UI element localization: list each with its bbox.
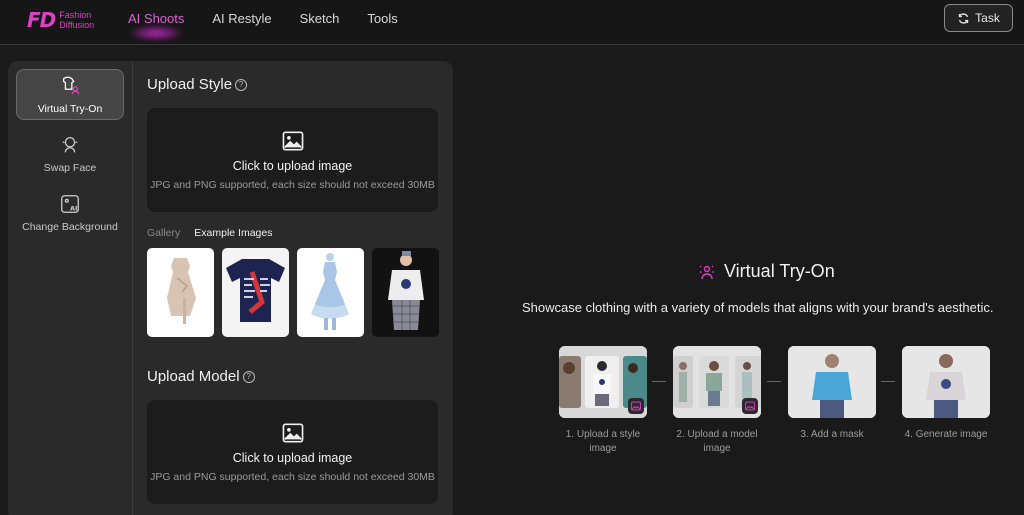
hero-title: Virtual Try-On bbox=[698, 261, 835, 282]
gallery-tabs: Gallery Example Images bbox=[147, 227, 272, 239]
logo-mark: FD bbox=[27, 8, 56, 32]
step-label: 1. Upload a style image bbox=[559, 428, 647, 456]
step-label: 2. Upload a model image bbox=[673, 428, 761, 456]
brand-logo[interactable]: FD Fashion Diffusion bbox=[27, 8, 94, 32]
hero-subtitle: Showcase clothing with a variety of mode… bbox=[522, 300, 994, 315]
logo-text-line2: Diffusion bbox=[59, 20, 95, 30]
tool-label: Change Background bbox=[22, 220, 118, 233]
task-button[interactable]: Task bbox=[944, 4, 1013, 32]
step-upload-style: 1. Upload a style image bbox=[559, 346, 647, 456]
step-connector bbox=[767, 381, 781, 382]
step-label-line1: 4. Generate image bbox=[904, 429, 988, 440]
image-icon bbox=[282, 131, 303, 151]
tool-label: Virtual Try-On bbox=[37, 102, 103, 115]
step-label-line1: 1. Upload a style bbox=[565, 429, 641, 440]
example-images bbox=[147, 248, 439, 337]
nav-sketch[interactable]: Sketch bbox=[300, 11, 340, 36]
example-image-model-white-hoodie[interactable] bbox=[372, 248, 439, 337]
upload-model-label: Click to upload image bbox=[232, 451, 353, 465]
step-image bbox=[559, 346, 647, 418]
tab-example-images[interactable]: Example Images bbox=[194, 227, 272, 239]
upload-model-dropzone[interactable]: Click to upload image JPG and PNG suppor… bbox=[147, 400, 438, 504]
tool-swap-face[interactable]: Swap Face bbox=[16, 128, 124, 179]
step-connector bbox=[652, 381, 666, 382]
sparkle-person-icon bbox=[699, 265, 714, 279]
upload-style-hint: JPG and PNG supported, each size should … bbox=[150, 179, 435, 191]
step-image bbox=[902, 346, 990, 418]
step-upload-model: 2. Upload a model image bbox=[673, 346, 761, 456]
logo-text: Fashion Diffusion bbox=[59, 10, 94, 30]
image-badge-icon bbox=[742, 398, 758, 414]
step-label: 3. Add a mask bbox=[788, 428, 876, 442]
upload-model-title: Upload Model ? bbox=[147, 368, 255, 385]
tool-rail: Virtual Try-On Swap Face AI Change Backg… bbox=[8, 61, 133, 515]
step-label-line1: 2. Upload a model bbox=[676, 429, 758, 440]
example-image-navy-graphic-tee[interactable] bbox=[222, 248, 289, 337]
tool-label: Swap Face bbox=[43, 161, 97, 174]
upload-style-title-text: Upload Style bbox=[147, 76, 233, 93]
top-bar: FD Fashion Diffusion AI Shoots AI Restyl… bbox=[0, 0, 1024, 45]
step-label: 4. Generate image bbox=[902, 428, 990, 442]
face-swap-icon bbox=[62, 136, 78, 152]
upload-style-label: Click to upload image bbox=[232, 159, 353, 173]
step-label-line2: image bbox=[703, 443, 731, 454]
step-image bbox=[788, 346, 876, 418]
image-badge-icon bbox=[628, 398, 644, 414]
tool-change-background[interactable]: AI Change Background bbox=[16, 187, 124, 238]
hero-title-text: Virtual Try-On bbox=[724, 261, 835, 281]
step-add-mask: 3. Add a mask bbox=[788, 346, 876, 442]
ai-image-icon: AI bbox=[61, 194, 79, 213]
main-nav: AI Shoots AI Restyle Sketch Tools bbox=[128, 11, 426, 36]
upload-style-title: Upload Style ? bbox=[147, 76, 248, 93]
nav-ai-shoots[interactable]: AI Shoots bbox=[128, 11, 184, 36]
left-panel: Virtual Try-On Swap Face AI Change Backg… bbox=[8, 61, 453, 515]
step-image bbox=[673, 346, 761, 418]
logo-text-line1: Fashion bbox=[59, 10, 92, 20]
upload-model-hint: JPG and PNG supported, each size should … bbox=[150, 471, 435, 483]
refresh-icon bbox=[958, 12, 969, 24]
upload-model-title-text: Upload Model bbox=[147, 368, 240, 385]
upload-style-dropzone[interactable]: Click to upload image JPG and PNG suppor… bbox=[147, 108, 438, 212]
step-connector bbox=[881, 381, 895, 382]
nav-tools[interactable]: Tools bbox=[367, 11, 397, 36]
task-button-label: Task bbox=[975, 11, 1000, 25]
tab-gallery[interactable]: Gallery bbox=[147, 227, 180, 239]
svg-text:AI: AI bbox=[70, 204, 77, 212]
step-label-line1: 3. Add a mask bbox=[800, 429, 864, 440]
step-label-line2: image bbox=[589, 443, 617, 454]
help-icon[interactable]: ? bbox=[235, 78, 248, 91]
shirt-person-icon bbox=[62, 76, 80, 94]
help-icon[interactable]: ? bbox=[242, 370, 255, 383]
example-image-beige-dress[interactable] bbox=[147, 248, 214, 337]
nav-ai-restyle[interactable]: AI Restyle bbox=[212, 11, 271, 36]
image-icon bbox=[282, 423, 303, 443]
step-generate-image: 4. Generate image bbox=[902, 346, 990, 442]
example-image-light-blue-ruffle-dress[interactable] bbox=[297, 248, 364, 337]
tool-virtual-try-on[interactable]: Virtual Try-On bbox=[16, 69, 124, 120]
